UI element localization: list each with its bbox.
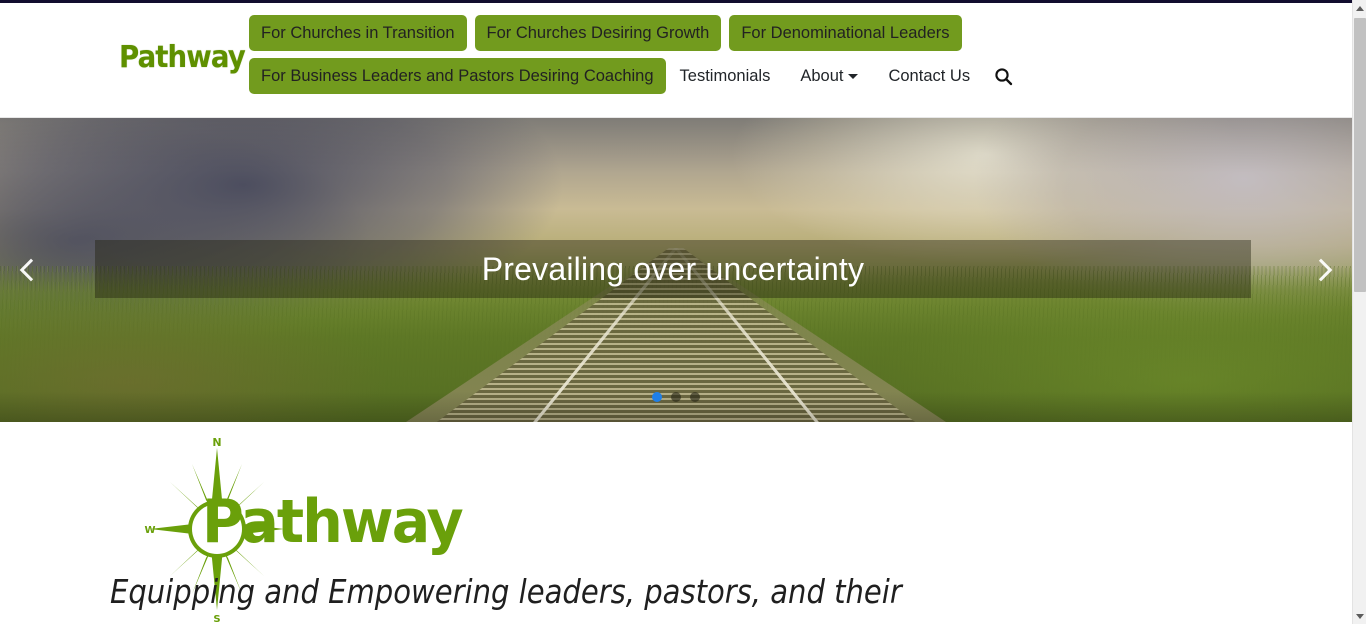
hero-carousel: Prevailing over uncertainty [0, 118, 1352, 422]
nav-link-about-label: About [800, 66, 844, 85]
nav-link-contact-us[interactable]: Contact Us [873, 58, 985, 94]
search-icon[interactable] [987, 58, 1019, 94]
pathway-logo-wordmark: Pathway [202, 487, 464, 557]
hero-caption-text: Prevailing over uncertainty [481, 250, 865, 287]
nav-row-secondary: For Business Leaders and Pastors Desirin… [249, 58, 1019, 94]
carousel-prev-button[interactable] [0, 118, 62, 422]
scroll-up-icon[interactable] [1353, 0, 1366, 16]
nav-link-about[interactable]: About [785, 58, 873, 94]
scroll-up-arrow-glyph [1356, 5, 1364, 11]
page-scrollbar[interactable] [1352, 0, 1366, 624]
browser-viewport: Pathway For Churches in Transition For C… [0, 0, 1366, 624]
browser-top-edge [0, 0, 1352, 3]
nav-pill-churches-in-transition[interactable]: For Churches in Transition [249, 15, 467, 51]
nav-pill-churches-desiring-growth[interactable]: For Churches Desiring Growth [474, 15, 722, 51]
nav-link-testimonials[interactable]: Testimonials [666, 58, 786, 94]
chevron-left-icon [19, 258, 43, 282]
carousel-indicator-2[interactable] [671, 392, 681, 402]
scroll-down-arrow-glyph [1356, 613, 1364, 619]
carousel-indicator-1[interactable] [652, 392, 662, 402]
scroll-down-icon[interactable] [1353, 608, 1366, 624]
site-tagline: Equipping and Empowering leaders, pastor… [110, 572, 902, 611]
nav-link-testimonials-label: Testimonials [679, 66, 771, 85]
hero-caption-band: Prevailing over uncertainty [95, 240, 1251, 298]
site-header: Pathway For Churches in Transition For C… [0, 3, 1352, 118]
compass-label-north: N [212, 436, 221, 449]
nav-link-contact-us-label: Contact Us [888, 66, 971, 85]
site-logo-text[interactable]: Pathway [119, 40, 246, 75]
scrollbar-thumb[interactable] [1354, 18, 1366, 292]
chevron-right-icon [1309, 258, 1333, 282]
carousel-indicator-3[interactable] [690, 392, 700, 402]
carousel-next-button[interactable] [1290, 118, 1352, 422]
main-navigation: For Churches in Transition For Churches … [249, 15, 1019, 101]
carousel-indicators [0, 392, 1352, 402]
nav-pill-denominational-leaders[interactable]: For Denominational Leaders [729, 15, 962, 51]
compass-label-south: S [213, 614, 220, 624]
nav-row-primary: For Churches in Transition For Churches … [249, 15, 1019, 51]
compass-label-west: W [144, 525, 155, 536]
page-content: Pathway For Churches in Transition For C… [0, 3, 1352, 624]
nav-pill-business-leaders-coaching[interactable]: For Business Leaders and Pastors Desirin… [249, 58, 666, 94]
chevron-down-icon [848, 73, 859, 79]
main-content: N W S Pathway Equipping and Empowering l… [0, 422, 1352, 624]
